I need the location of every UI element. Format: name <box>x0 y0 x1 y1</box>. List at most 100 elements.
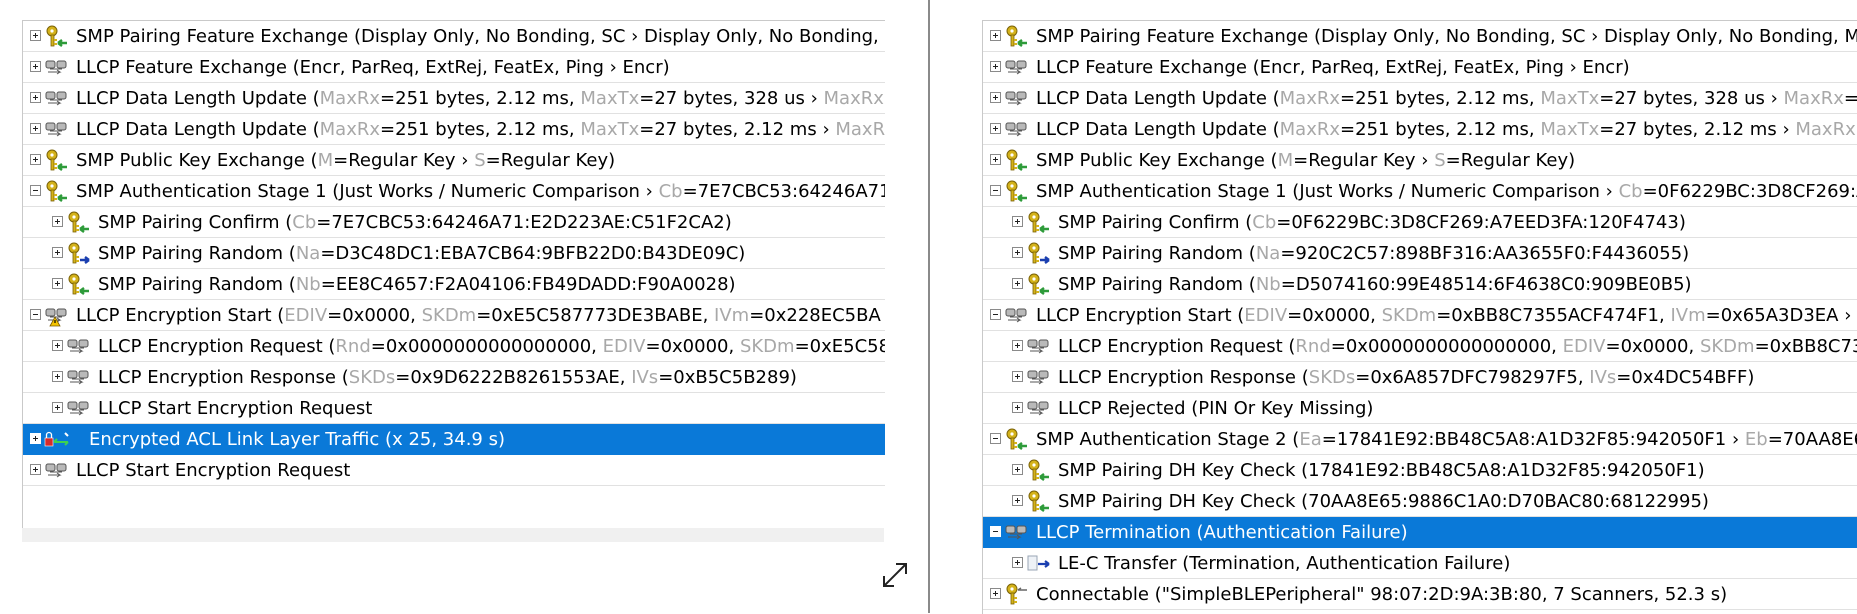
field-label: MaxRx <box>319 88 381 109</box>
expand-toggle[interactable] <box>1012 557 1023 568</box>
left-packet-tree[interactable]: SMP Pairing Feature Exchange (Display On… <box>22 20 885 529</box>
packet-row[interactable]: SMP Pairing Confirm (Cb=0F6229BC:3D8CF26… <box>983 207 1857 238</box>
le-c-transfer-icon <box>1027 555 1050 571</box>
packet-summary-text: LLCP Encryption Response (SKDs=0x6A857DF… <box>1058 367 1754 388</box>
packet-summary-text: LLCP Encryption Request (Rnd=0x000000000… <box>1058 336 1857 357</box>
packet-row[interactable]: LLCP Start Encryption Request <box>23 455 885 486</box>
collapse-toggle[interactable] <box>990 433 1001 444</box>
packet-row[interactable]: SMP Public Key Exchange (M=Regular Key ›… <box>23 145 885 176</box>
packet-row[interactable]: SMP Pairing Random (Nb=D5074160:99E48514… <box>983 269 1857 300</box>
expand-toggle[interactable] <box>1012 495 1023 506</box>
packet-row[interactable]: SMP Pairing Feature Exchange (Display On… <box>23 21 885 52</box>
expand-toggle[interactable] <box>1012 247 1023 258</box>
expand-toggle[interactable] <box>30 92 41 103</box>
expand-toggle[interactable] <box>52 340 63 351</box>
packet-row[interactable]: SMP Pairing DH Key Check (17841E92:BB48C… <box>983 455 1857 486</box>
field-label: SKDs <box>1308 367 1356 388</box>
left-horizontal-scrollbar[interactable] <box>22 528 884 542</box>
summary-segment: =0xBB8C7355ACF4 <box>1754 336 1857 357</box>
expand-toggle[interactable] <box>1012 402 1023 413</box>
expand-toggle[interactable] <box>1012 216 1023 227</box>
expand-toggle[interactable] <box>52 371 63 382</box>
packet-summary-text: LLCP Start Encryption Request <box>76 460 350 481</box>
packet-row[interactable]: LLCP Encryption Request (Rnd=0x000000000… <box>23 331 885 362</box>
summary-segment: =D3C48DC1:EBA7CB64:9BFB22D0:B43DE09C) <box>320 243 746 264</box>
packet-summary-text: LLCP Encryption Response (SKDs=0x9D6222B… <box>98 367 797 388</box>
expand-toggle[interactable] <box>30 30 41 41</box>
packet-row[interactable]: LLCP Encryption Response (SKDs=0x9D6222B… <box>23 362 885 393</box>
collapse-toggle[interactable] <box>990 526 1001 537</box>
expand-toggle[interactable] <box>1012 340 1023 351</box>
summary-segment: =70AA8E65:9886 <box>1767 429 1857 450</box>
summary-segment: LLCP Data Length Update ( <box>76 119 320 140</box>
expand-toggle[interactable] <box>30 154 41 165</box>
packet-row[interactable]: LLCP Encryption Start (EDIV=0x0000, SKDm… <box>23 300 885 331</box>
summary-segment: =27 bytes, 328 us › <box>1599 88 1784 109</box>
packet-row[interactable]: SMP Pairing Random (Na=D3C48DC1:EBA7CB64… <box>23 238 885 269</box>
expand-toggle[interactable] <box>990 123 1001 134</box>
expand-toggle[interactable] <box>52 247 63 258</box>
link-layer-packets-icon <box>45 122 67 137</box>
field-label: Nb <box>1255 274 1281 295</box>
summary-segment: =Regular Key) <box>485 150 616 171</box>
packet-row[interactable]: SMP Pairing Random (Nb=EE8C4657:F2A04106… <box>23 269 885 300</box>
packet-summary-text: Encrypted ACL Link Layer Traffic (x 25, … <box>89 429 505 450</box>
packet-row[interactable]: LLCP Feature Exchange (Encr, ParReq, Ext… <box>983 52 1857 83</box>
expand-toggle[interactable] <box>30 464 41 475</box>
summary-segment: =0xE5C587773DE3BABE, <box>476 305 715 326</box>
expand-toggle[interactable] <box>30 123 41 134</box>
link-layer-packets-icon <box>1005 60 1027 75</box>
right-packet-tree[interactable]: SMP Pairing Feature Exchange (Display On… <box>982 20 1857 614</box>
expand-toggle[interactable] <box>990 588 1001 599</box>
packet-row[interactable]: LLCP Encryption Request (Rnd=0x000000000… <box>983 331 1857 362</box>
summary-segment: =Regular Key › <box>333 150 475 171</box>
expand-toggle[interactable] <box>52 278 63 289</box>
expand-toggle[interactable] <box>990 92 1001 103</box>
summary-segment: LE-C Transfer (Termination, Authenticati… <box>1058 553 1511 574</box>
packet-row[interactable]: SMP Authentication Stage 1 (Just Works /… <box>23 176 885 207</box>
summary-segment: SMP Pairing Random ( <box>98 243 296 264</box>
expand-toggle[interactable] <box>990 61 1001 72</box>
packet-row[interactable]: SMP Authentication Stage 2 (Ea=17841E92:… <box>983 424 1857 455</box>
expand-toggle[interactable] <box>990 30 1001 41</box>
packet-row[interactable]: LLCP Rejected (PIN Or Key Missing) <box>983 393 1857 424</box>
expand-toggle[interactable] <box>990 154 1001 165</box>
packet-row[interactable]: Encrypted ACL Link Layer Traffic (x 25, … <box>23 424 885 455</box>
expand-toggle[interactable] <box>52 402 63 413</box>
link-layer-packets-icon <box>45 60 67 75</box>
packet-row[interactable]: SMP Pairing Random (Na=920C2C57:898BF316… <box>983 238 1857 269</box>
expand-toggle[interactable] <box>30 61 41 72</box>
link-layer-packets-icon <box>67 370 89 385</box>
collapse-toggle[interactable] <box>30 185 41 196</box>
packet-row[interactable]: SMP Pairing DH Key Check (70AA8E65:9886C… <box>983 486 1857 517</box>
packet-row[interactable]: LLCP Termination (Authentication Failure… <box>983 517 1857 548</box>
resize-icon[interactable] <box>880 560 910 590</box>
expand-toggle[interactable] <box>52 216 63 227</box>
expand-toggle[interactable] <box>1012 278 1023 289</box>
packet-row[interactable]: LLCP Start Encryption Request <box>23 393 885 424</box>
link-layer-packets-icon <box>1027 370 1049 385</box>
packet-row[interactable]: LLCP Encryption Response (SKDs=0x6A857DF… <box>983 362 1857 393</box>
packet-row[interactable]: LLCP Data Length Update (MaxRx=251 bytes… <box>983 83 1857 114</box>
collapse-toggle[interactable] <box>990 309 1001 320</box>
packet-row[interactable]: LLCP Encryption Start (EDIV=0x0000, SKDm… <box>983 300 1857 331</box>
packet-row[interactable]: LLCP Data Length Update (MaxRx=251 bytes… <box>23 83 885 114</box>
collapse-toggle[interactable] <box>990 185 1001 196</box>
field-label: MaxRx <box>1783 88 1844 109</box>
packet-row[interactable]: LLCP Data Length Update (MaxRx=251 bytes… <box>983 114 1857 145</box>
summary-segment: =251 bytes, 2.12 ms, <box>380 88 581 109</box>
packet-row[interactable]: SMP Pairing Feature Exchange (Display On… <box>983 21 1857 52</box>
packet-row[interactable]: Connectable ("SimpleBLEPeripheral" 98:07… <box>983 579 1857 610</box>
packet-row[interactable]: SMP Authentication Stage 1 (Just Works /… <box>983 176 1857 207</box>
packet-summary-text: SMP Pairing Random (Nb=D5074160:99E48514… <box>1058 274 1692 295</box>
expand-toggle[interactable] <box>1012 464 1023 475</box>
packet-row[interactable]: SMP Pairing Confirm (Cb=7E7CBC53:64246A7… <box>23 207 885 238</box>
collapse-toggle[interactable] <box>30 309 41 320</box>
expand-toggle[interactable] <box>1012 371 1023 382</box>
packet-row[interactable]: LLCP Data Length Update (MaxRx=251 bytes… <box>23 114 885 145</box>
packet-row[interactable]: LLCP Feature Exchange (Encr, ParReq, Ext… <box>23 52 885 83</box>
expand-toggle[interactable] <box>30 433 41 444</box>
summary-segment: =0x0000, <box>327 305 422 326</box>
packet-row[interactable]: LE-C Transfer (Termination, Authenticati… <box>983 548 1857 579</box>
packet-row[interactable]: SMP Public Key Exchange (M=Regular Key ›… <box>983 145 1857 176</box>
